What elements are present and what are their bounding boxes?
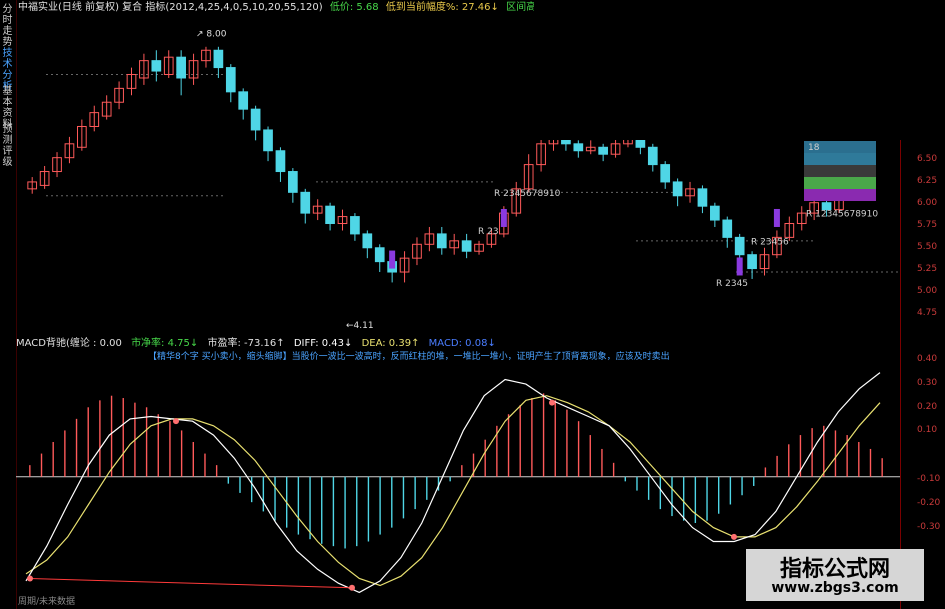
price-axis-tick: 5.25 [917, 264, 938, 274]
candle-body [747, 254, 757, 270]
candle-body [573, 143, 584, 152]
candle-body [374, 247, 385, 263]
macd-axis-tick: 0.30 [917, 378, 938, 388]
candle-body [362, 233, 373, 249]
candle-body [672, 181, 683, 197]
range-label: 区间高 [506, 2, 537, 13]
signal-label: R 23456 [751, 237, 789, 247]
candle-body [722, 219, 733, 238]
signal-bar [773, 208, 780, 227]
candle-body [275, 150, 286, 173]
stock-title: 中福实业(日线 前复权) 复合 指标(2012,4,25,4,0,5,10,20… [18, 2, 323, 13]
macd-axis-tick: 0.20 [917, 402, 938, 412]
candle-body [647, 146, 658, 166]
signal-bar [389, 250, 396, 269]
price-axis-tick: 5.50 [917, 242, 938, 252]
macd-axis-tick: 0.10 [917, 425, 938, 435]
candle-body [263, 129, 273, 152]
candle-body [238, 91, 249, 110]
chart-header: 中福实业(日线 前复权) 复合 指标(2012,4,25,4,0,5,10,20… [18, 0, 540, 16]
signal-label: R 2345678910 [494, 189, 561, 199]
indicator-panel-band [804, 177, 876, 189]
signal-bar [500, 208, 507, 227]
cross-marker [349, 584, 355, 591]
indicator-panel-band [804, 189, 876, 201]
sidebar: 分时走势 技术分析 基本资料 预测评级 [0, 0, 17, 609]
candle-body [288, 171, 298, 193]
cross-marker [549, 399, 555, 406]
indicator-panel-label: 18 [808, 143, 820, 153]
price-axis-tick: 5.75 [917, 220, 938, 230]
macd-axis-tick: -0.20 [917, 498, 941, 508]
candle-body [250, 108, 261, 131]
price-axis-tick: 4.75 [917, 308, 938, 318]
masked-region-2 [284, 288, 660, 321]
candle-body [697, 188, 708, 207]
candle-body [213, 49, 224, 69]
macd-axis-tick: 0.40 [917, 354, 938, 364]
watermark: 指标公式网 www.zbgs3.com [746, 549, 924, 601]
candle-body [300, 191, 311, 214]
candle-body [151, 60, 162, 72]
macd-axis-tick: -0.30 [917, 522, 941, 532]
indicator-panel-band [804, 165, 876, 177]
candle-body [325, 205, 335, 225]
candle-body [710, 205, 720, 221]
masked-region [534, 0, 945, 140]
price-axis-tick: 6.00 [917, 198, 938, 208]
low-price-label: 低价: 5.68 [329, 2, 379, 13]
signal-label: R 23 [478, 227, 499, 237]
candle-body [734, 236, 745, 256]
footer-text: 周期/未来数据 [18, 597, 76, 607]
signal-bar [736, 257, 743, 276]
price-axis-tick: 6.50 [917, 154, 938, 164]
drop-ratio-label: 低到当前幅度%: 27.46↓ [385, 2, 499, 13]
price-axis-tick: 5.00 [917, 286, 938, 296]
sidebar-tab-fundamentals[interactable]: 基本资料 [0, 86, 15, 130]
cross-marker [731, 533, 737, 540]
cross-marker [173, 418, 179, 425]
signal-label: R 12345678910 [806, 210, 878, 220]
low-marker: ←4.11 [346, 321, 374, 331]
candle-body [350, 216, 360, 235]
watermark-title: 指标公式网 [779, 557, 890, 582]
candle-body [598, 146, 608, 155]
candle-body [176, 56, 186, 79]
sidebar-tab-technical[interactable]: 技术分析 [0, 48, 15, 92]
high-marker: ↗ 8.00 [196, 29, 227, 39]
divergence-line [29, 578, 353, 589]
candle-body [436, 233, 447, 249]
indicator-panel-band [804, 153, 876, 165]
candle-body [461, 240, 472, 252]
sidebar-tab-rating[interactable]: 预测评级 [0, 124, 15, 168]
macd-axis-tick: -0.10 [917, 474, 941, 484]
signal-label: R 2345 [716, 279, 748, 289]
cross-marker [27, 575, 33, 582]
candle-body [660, 164, 671, 183]
sidebar-tab-intraday[interactable]: 分时走势 [0, 4, 15, 48]
watermark-url: www.zbgs3.com [771, 580, 899, 596]
candle-body [225, 67, 236, 93]
price-axis-tick: 6.25 [917, 176, 938, 186]
